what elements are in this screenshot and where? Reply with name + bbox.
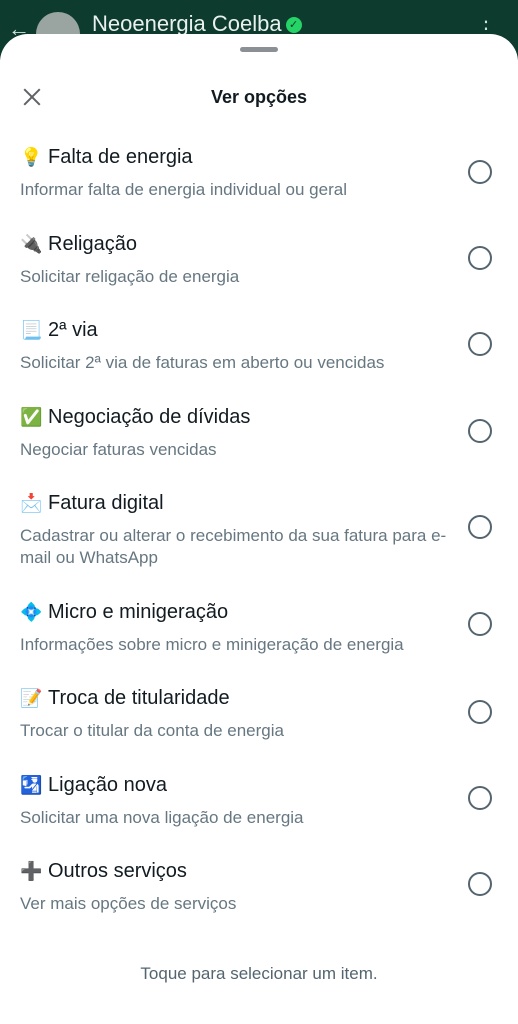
option-label: ➕ Outros serviços <box>20 860 187 883</box>
radio-button[interactable] <box>468 700 492 724</box>
option-label-text: Micro e minigeração <box>48 601 229 623</box>
option-description: Ver mais opções de serviços <box>20 894 237 913</box>
option-label: 📝 Troca de titularidade <box>20 687 230 710</box>
option-label: 📃 2ª via <box>20 319 98 342</box>
radio-button[interactable] <box>468 419 492 443</box>
radio-button[interactable] <box>468 786 492 810</box>
option-description: Solicitar 2ª via de faturas em aberto ou… <box>20 353 385 372</box>
verified-badge-icon: ✓ <box>285 17 302 33</box>
contact-name-text: Neoenergia Coelba <box>92 11 282 36</box>
radio-button[interactable] <box>468 246 492 270</box>
option-description: Cadastrar ou alterar o recebimento da su… <box>20 526 447 567</box>
option-label: 💡 Falta de energia <box>20 146 193 169</box>
plug-icon: 🔌 <box>20 234 43 254</box>
option-label: 🛂 Ligação nova <box>20 774 167 797</box>
options-bottom-sheet: Ver opções 💡 Falta de energia Informar fa… <box>0 34 518 1024</box>
option-description: Trocar o titular da conta de energia <box>20 721 284 740</box>
option-description: Solicitar religação de energia <box>20 267 240 286</box>
memo-icon: 📝 <box>20 688 43 708</box>
option-label: ✅ Negociação de dívidas <box>20 406 250 429</box>
option-label: 💠 Micro e minigeração <box>20 601 228 624</box>
radio-button[interactable] <box>468 160 492 184</box>
radio-button[interactable] <box>468 332 492 356</box>
option-description: Negociar faturas vencidas <box>20 440 217 459</box>
check-mark-icon: ✅ <box>20 407 43 427</box>
option-label-text: Religação <box>48 233 137 255</box>
option-label-text: Falta de energia <box>48 146 193 168</box>
option-label: 📩 Fatura digital <box>20 492 164 515</box>
plus-icon: ➕ <box>20 861 43 881</box>
option-description: Informações sobre micro e minigeração de… <box>20 635 404 654</box>
option-label-text: Ligação nova <box>48 774 167 796</box>
radio-button[interactable] <box>468 872 492 896</box>
option-label-text: Negociação de dívidas <box>48 406 251 428</box>
option-description: Solicitar uma nova ligação de energia <box>20 808 304 827</box>
option-label: 🔌 Religação <box>20 233 137 256</box>
sheet-title: Ver opções <box>210 87 308 107</box>
option-description: Informar falta de energia individual ou … <box>20 180 347 199</box>
option-label-text: Fatura digital <box>48 492 164 514</box>
drag-handle[interactable] <box>240 47 278 52</box>
diamond-icon: 💠 <box>20 602 43 622</box>
option-label-text: 2ª via <box>48 319 98 341</box>
passport-control-icon: 🛂 <box>20 775 43 795</box>
radio-button[interactable] <box>468 515 492 539</box>
lightbulb-icon: 💡 <box>20 147 43 167</box>
document-icon: 📃 <box>20 320 43 340</box>
envelope-icon: 📩 <box>20 493 43 513</box>
option-label-text: Outros serviços <box>48 860 187 882</box>
option-label-text: Troca de titularidade <box>48 687 230 709</box>
footer-hint: Toque para selecionar um item. <box>140 964 378 983</box>
radio-button[interactable] <box>468 612 492 636</box>
